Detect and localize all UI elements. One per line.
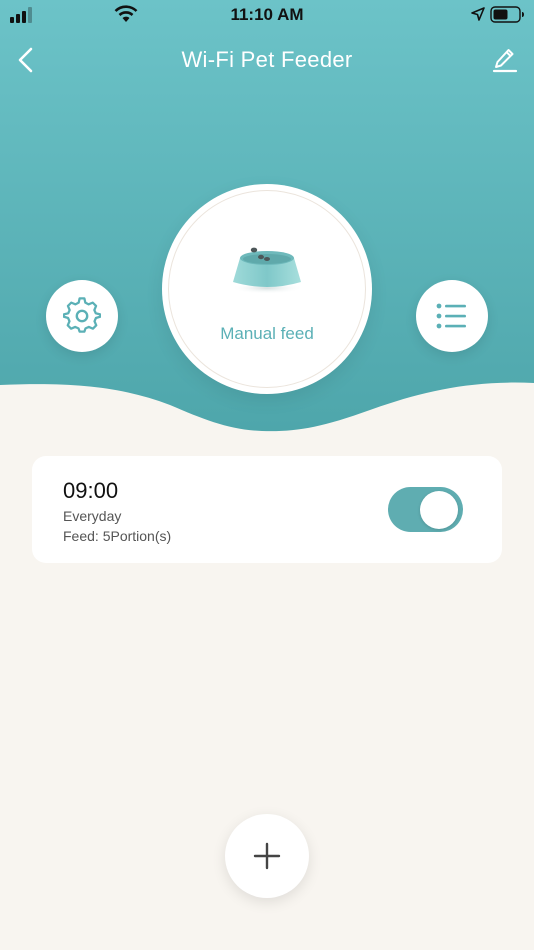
manual-feed-button[interactable]: Manual feed (162, 184, 372, 394)
battery-icon (490, 6, 524, 23)
status-bar: 11:10 AM (0, 0, 534, 30)
edit-button[interactable] (491, 46, 519, 74)
schedule-time: 09:00 (63, 478, 119, 503)
toggle-knob (420, 491, 458, 529)
schedule-card[interactable]: 09:00 Everyday Feed: 5Portion(s) (32, 456, 502, 563)
schedule-repeat: Everyday (63, 508, 122, 524)
location-arrow-icon (471, 7, 485, 21)
status-time: 11:10 AM (230, 5, 304, 24)
page-title: Wi-Fi Pet Feeder (181, 47, 353, 72)
plus-icon (253, 842, 281, 870)
feeding-records-button[interactable] (416, 280, 488, 352)
pet-feeder-screen: 11:10 AM Wi-Fi Pet Feeder Manual feed 09… (0, 0, 534, 950)
gear-icon (63, 297, 101, 333)
add-schedule-button[interactable] (225, 814, 309, 898)
schedule-enabled-toggle[interactable] (388, 487, 463, 532)
pet-bowl-icon (231, 247, 303, 294)
manual-feed-label: Manual feed (220, 324, 314, 343)
settings-button[interactable] (46, 280, 118, 352)
schedule-portion: Feed: 5Portion(s) (63, 528, 172, 544)
list-icon (436, 303, 466, 329)
